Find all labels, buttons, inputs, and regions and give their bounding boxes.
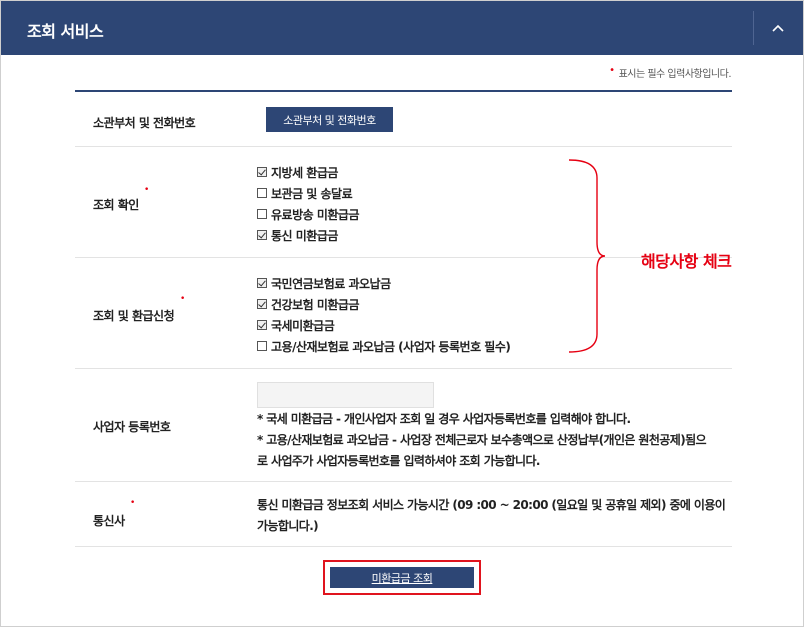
business-label: 사업자 등록번호 bbox=[93, 420, 171, 434]
chevron-up-icon bbox=[772, 24, 784, 32]
business-note-2: * 고용/산재보험료 과오납금 - 사업장 전체근로자 보수총액으로 산정납부(… bbox=[257, 433, 707, 447]
checkbox-unchecked[interactable] bbox=[257, 209, 267, 219]
checkbox-label: 보관금 및 송달료 bbox=[271, 186, 353, 201]
business-number-input[interactable] bbox=[257, 382, 434, 408]
checkbox-pension[interactable]: 국민연금보험료 과오납금 bbox=[257, 275, 391, 291]
refund-label: 조회 및 환급신청 bbox=[93, 309, 175, 323]
business-note-3: 로 사업주가 사업자등록번호를 입력하셔야 조회 가능합니다. bbox=[257, 454, 540, 468]
service-panel: 조회 서비스 • 표시는 필수 입력사항입니다. 소관부처 및 전화번호 소관부처… bbox=[0, 0, 804, 627]
checkbox-label: 통신 미환급금 bbox=[271, 228, 338, 243]
required-note: • 표시는 필수 입력사항입니다. bbox=[609, 65, 731, 80]
checkbox-label: 국세미환급금 bbox=[271, 318, 335, 333]
required-dot: • bbox=[180, 294, 186, 304]
checkbox-label: 고용/산재보험료 과오납금 (사업자 등록번호 필수) bbox=[271, 339, 511, 354]
checkbox-checked[interactable] bbox=[257, 278, 267, 288]
checkbox-label: 건강보험 미환급금 bbox=[271, 297, 360, 312]
required-dot: • bbox=[144, 185, 150, 195]
form-top-border bbox=[75, 90, 732, 92]
checkbox-checked[interactable] bbox=[257, 230, 267, 240]
checkbox-health[interactable]: 건강보험 미환급금 bbox=[257, 296, 360, 312]
brace-annotation-icon bbox=[568, 159, 606, 353]
checkbox-checked[interactable] bbox=[257, 320, 267, 330]
row-divider bbox=[75, 257, 732, 258]
checkbox-label: 지방세 환급금 bbox=[271, 165, 338, 180]
required-dot: • bbox=[130, 498, 136, 508]
checkbox-pay-tv[interactable]: 유료방송 미환급금 bbox=[257, 206, 360, 222]
checkbox-unchecked[interactable] bbox=[257, 341, 267, 351]
refund-inquiry-button[interactable]: 미환급금 조회 bbox=[330, 567, 474, 588]
page-title: 조회 서비스 bbox=[27, 22, 104, 41]
submit-highlight: 미환급금 조회 bbox=[323, 560, 481, 595]
checkbox-national-tax[interactable]: 국세미환급금 bbox=[257, 317, 335, 333]
row-divider bbox=[75, 546, 732, 547]
checkbox-unchecked[interactable] bbox=[257, 188, 267, 198]
required-note-text: 표시는 필수 입력사항입니다. bbox=[618, 69, 732, 80]
check-annotation: 해당사항 체크 bbox=[641, 252, 732, 271]
row-divider bbox=[75, 146, 732, 147]
row-divider bbox=[75, 481, 732, 482]
checkbox-checked[interactable] bbox=[257, 167, 267, 177]
business-note-1: * 국세 미환급금 - 개인사업자 조회 일 경우 사업자등록번호를 입력해야 … bbox=[257, 412, 631, 426]
checkbox-checked[interactable] bbox=[257, 299, 267, 309]
required-dot: • bbox=[609, 65, 615, 76]
collapse-button[interactable] bbox=[754, 1, 803, 55]
checkbox-label: 유료방송 미환급금 bbox=[271, 207, 360, 222]
dept-label: 소관부처 및 전화번호 bbox=[93, 116, 196, 130]
checkbox-label: 국민연금보험료 과오납금 bbox=[271, 276, 391, 291]
dept-phone-button[interactable]: 소관부처 및 전화번호 bbox=[266, 107, 393, 132]
telecom-note-2: 가능합니다.) bbox=[257, 519, 319, 533]
telecom-note-1: 통신 미환급금 정보조회 서비스 가능시간 (09 :00 ~ 20:00 (일… bbox=[257, 498, 726, 512]
checkbox-telecom[interactable]: 통신 미환급금 bbox=[257, 227, 338, 243]
inquiry-label: 조회 확인 bbox=[93, 198, 139, 212]
checkbox-local-tax[interactable]: 지방세 환급금 bbox=[257, 164, 338, 180]
checkbox-employment-insurance[interactable]: 고용/산재보험료 과오납금 (사업자 등록번호 필수) bbox=[257, 338, 511, 354]
checkbox-deposit[interactable]: 보관금 및 송달료 bbox=[257, 185, 353, 201]
telecom-label: 통신사 bbox=[93, 514, 125, 528]
row-divider bbox=[75, 368, 732, 369]
panel-header: 조회 서비스 bbox=[1, 1, 803, 55]
